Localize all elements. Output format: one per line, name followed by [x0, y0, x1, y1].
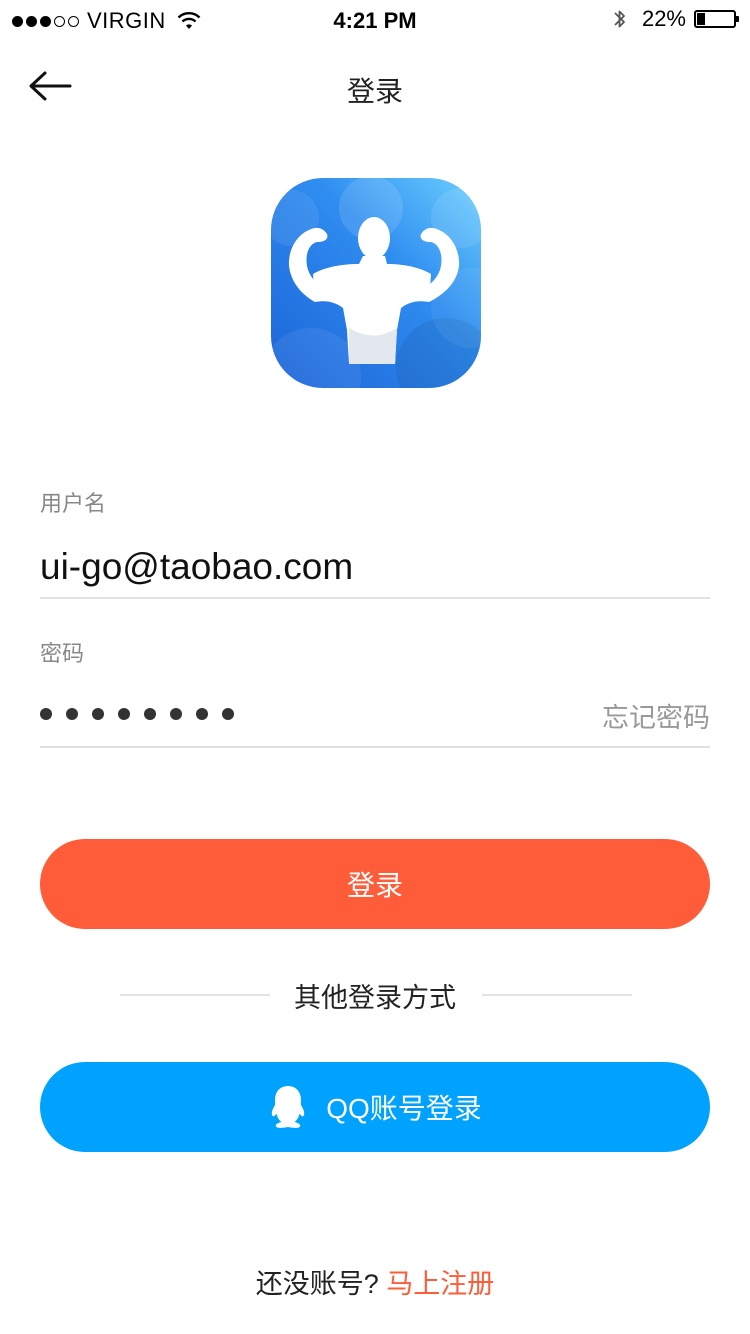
battery-icon: [694, 10, 739, 28]
forgot-password-link[interactable]: 忘记密码: [602, 696, 710, 735]
password-underline: [40, 746, 710, 748]
password-dot: [40, 708, 52, 720]
password-dot: [170, 708, 182, 720]
navigation-bar: 登录: [0, 52, 750, 122]
page-title: 登录: [346, 76, 403, 107]
password-label: 密码: [40, 641, 85, 666]
app-logo: [271, 178, 481, 388]
password-dot: [222, 708, 234, 720]
status-right: 22%: [612, 6, 739, 32]
bluetooth-icon: [614, 10, 625, 28]
qq-penguin-icon: [272, 1086, 305, 1128]
password-dot: [118, 708, 130, 720]
other-login-title: 其他登录方式: [294, 983, 456, 1013]
login-button-label: 登录: [346, 870, 403, 901]
status-bar: VIRGIN 4:21 PM 22%: [0, 0, 750, 40]
password-input[interactable]: [40, 708, 234, 720]
login-button[interactable]: 登录: [40, 839, 710, 929]
divider-right: [482, 994, 632, 996]
password-dot: [144, 708, 156, 720]
password-dot: [92, 708, 104, 720]
qq-login-button[interactable]: QQ账号登录: [40, 1062, 710, 1152]
username-underline: [40, 597, 710, 599]
qq-login-label: QQ账号登录: [326, 1093, 482, 1124]
password-dot: [66, 708, 78, 720]
password-dot: [196, 708, 208, 720]
flexing-muscle-man-icon: [271, 178, 481, 388]
battery-percent: 22%: [641, 6, 686, 31]
battery-level: [697, 13, 705, 25]
no-account-text: 还没账号?: [255, 1269, 379, 1299]
username-label: 用户名: [40, 491, 107, 516]
register-prompt: 还没账号? 马上注册: [0, 1262, 750, 1301]
username-input[interactable]: ui-go@taobao.com: [40, 546, 353, 588]
register-link[interactable]: 马上注册: [386, 1269, 494, 1299]
